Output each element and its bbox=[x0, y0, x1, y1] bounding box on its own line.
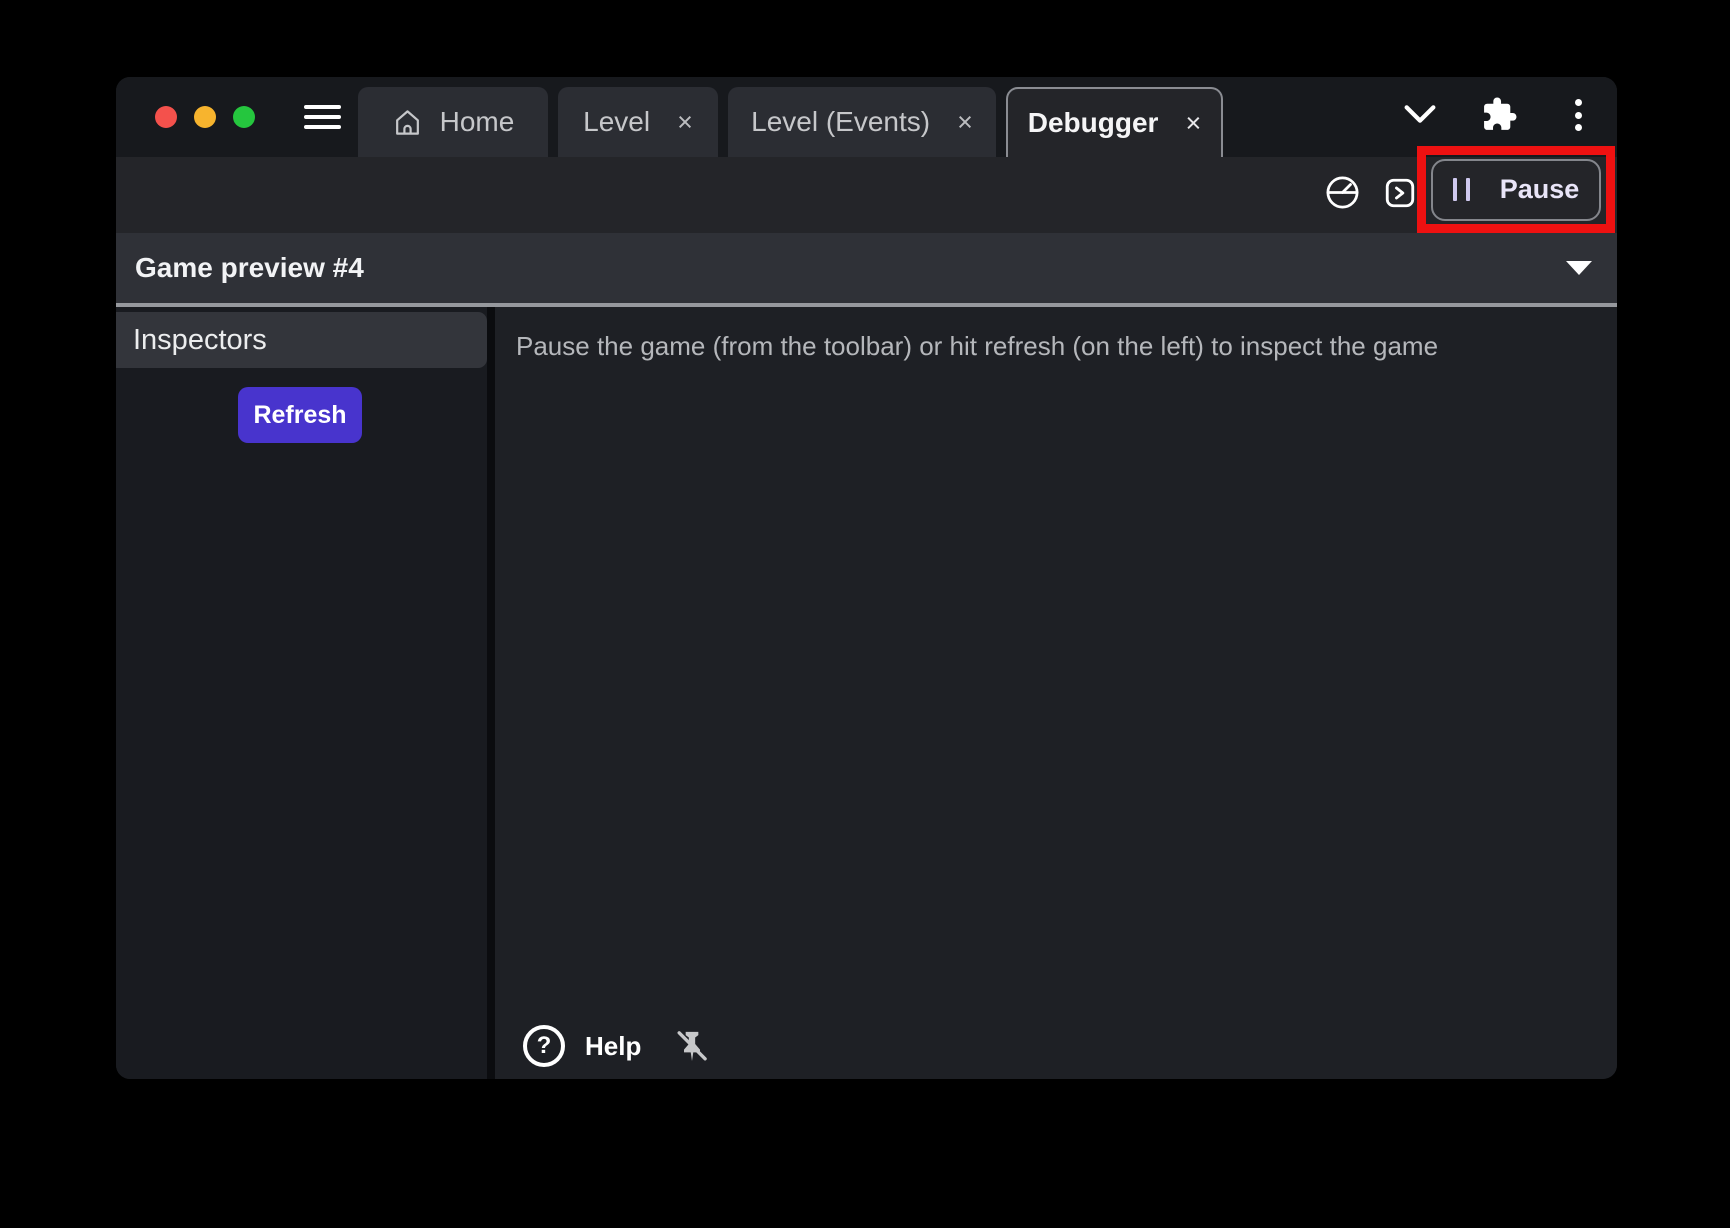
tab-label: Home bbox=[440, 106, 515, 138]
maximize-window-button[interactable] bbox=[233, 106, 255, 128]
annotation-highlight-box: Pause bbox=[1417, 146, 1615, 233]
dropdown-caret-icon[interactable] bbox=[1566, 261, 1592, 275]
help-icon-glyph: ? bbox=[537, 1032, 552, 1060]
debugger-toolbar: Pause bbox=[116, 157, 1617, 233]
pause-icon bbox=[1453, 178, 1470, 201]
debugger-content: Inspectors Refresh Pause the game (from … bbox=[116, 307, 1617, 1079]
performance-gauge-icon[interactable] bbox=[1325, 175, 1360, 210]
minimize-window-button[interactable] bbox=[194, 106, 216, 128]
tab-debugger[interactable]: Debugger × bbox=[1006, 87, 1223, 157]
game-preview-title: Game preview #4 bbox=[135, 252, 364, 284]
pause-button[interactable]: Pause bbox=[1431, 159, 1601, 221]
tab-home[interactable]: Home bbox=[358, 87, 548, 157]
refresh-button[interactable]: Refresh bbox=[238, 387, 362, 443]
app-window: Home Level × Level (Events) × Debugger × bbox=[116, 77, 1617, 1079]
tab-level-events[interactable]: Level (Events) × bbox=[728, 87, 996, 157]
extensions-puzzle-icon[interactable] bbox=[1481, 96, 1518, 133]
more-options-icon[interactable] bbox=[1571, 99, 1585, 131]
help-icon[interactable]: ? bbox=[523, 1025, 565, 1067]
inspectors-header: Inspectors bbox=[116, 312, 487, 368]
close-tab-icon[interactable]: × bbox=[957, 109, 973, 136]
traffic-lights bbox=[155, 106, 255, 128]
empty-state-message: Pause the game (from the toolbar) or hit… bbox=[516, 331, 1438, 362]
help-label[interactable]: Help bbox=[585, 1031, 641, 1062]
help-row: ? Help bbox=[523, 1025, 712, 1067]
tab-level[interactable]: Level × bbox=[558, 87, 718, 157]
tab-label: Level bbox=[583, 106, 650, 138]
inspectors-header-label: Inspectors bbox=[133, 324, 267, 357]
tab-label: Debugger bbox=[1028, 107, 1159, 139]
pause-button-label: Pause bbox=[1500, 174, 1580, 205]
game-preview-header[interactable]: Game preview #4 bbox=[116, 233, 1617, 303]
debugger-main-panel: Pause the game (from the toolbar) or hit… bbox=[495, 307, 1617, 1079]
console-icon[interactable] bbox=[1383, 176, 1417, 210]
unpin-icon[interactable] bbox=[672, 1025, 712, 1067]
inspectors-sidebar: Inspectors Refresh bbox=[116, 307, 487, 1079]
hamburger-menu-icon[interactable] bbox=[304, 105, 341, 129]
close-tab-icon[interactable]: × bbox=[1185, 110, 1201, 137]
home-icon bbox=[392, 107, 423, 138]
tab-bar: Home Level × Level (Events) × Debugger × bbox=[358, 87, 1223, 157]
close-window-button[interactable] bbox=[155, 106, 177, 128]
close-tab-icon[interactable]: × bbox=[677, 109, 693, 136]
chevron-down-icon[interactable] bbox=[1404, 104, 1436, 124]
tab-label: Level (Events) bbox=[751, 106, 930, 138]
sidebar-resize-handle[interactable] bbox=[487, 307, 495, 1079]
titlebar: Home Level × Level (Events) × Debugger × bbox=[116, 77, 1617, 157]
